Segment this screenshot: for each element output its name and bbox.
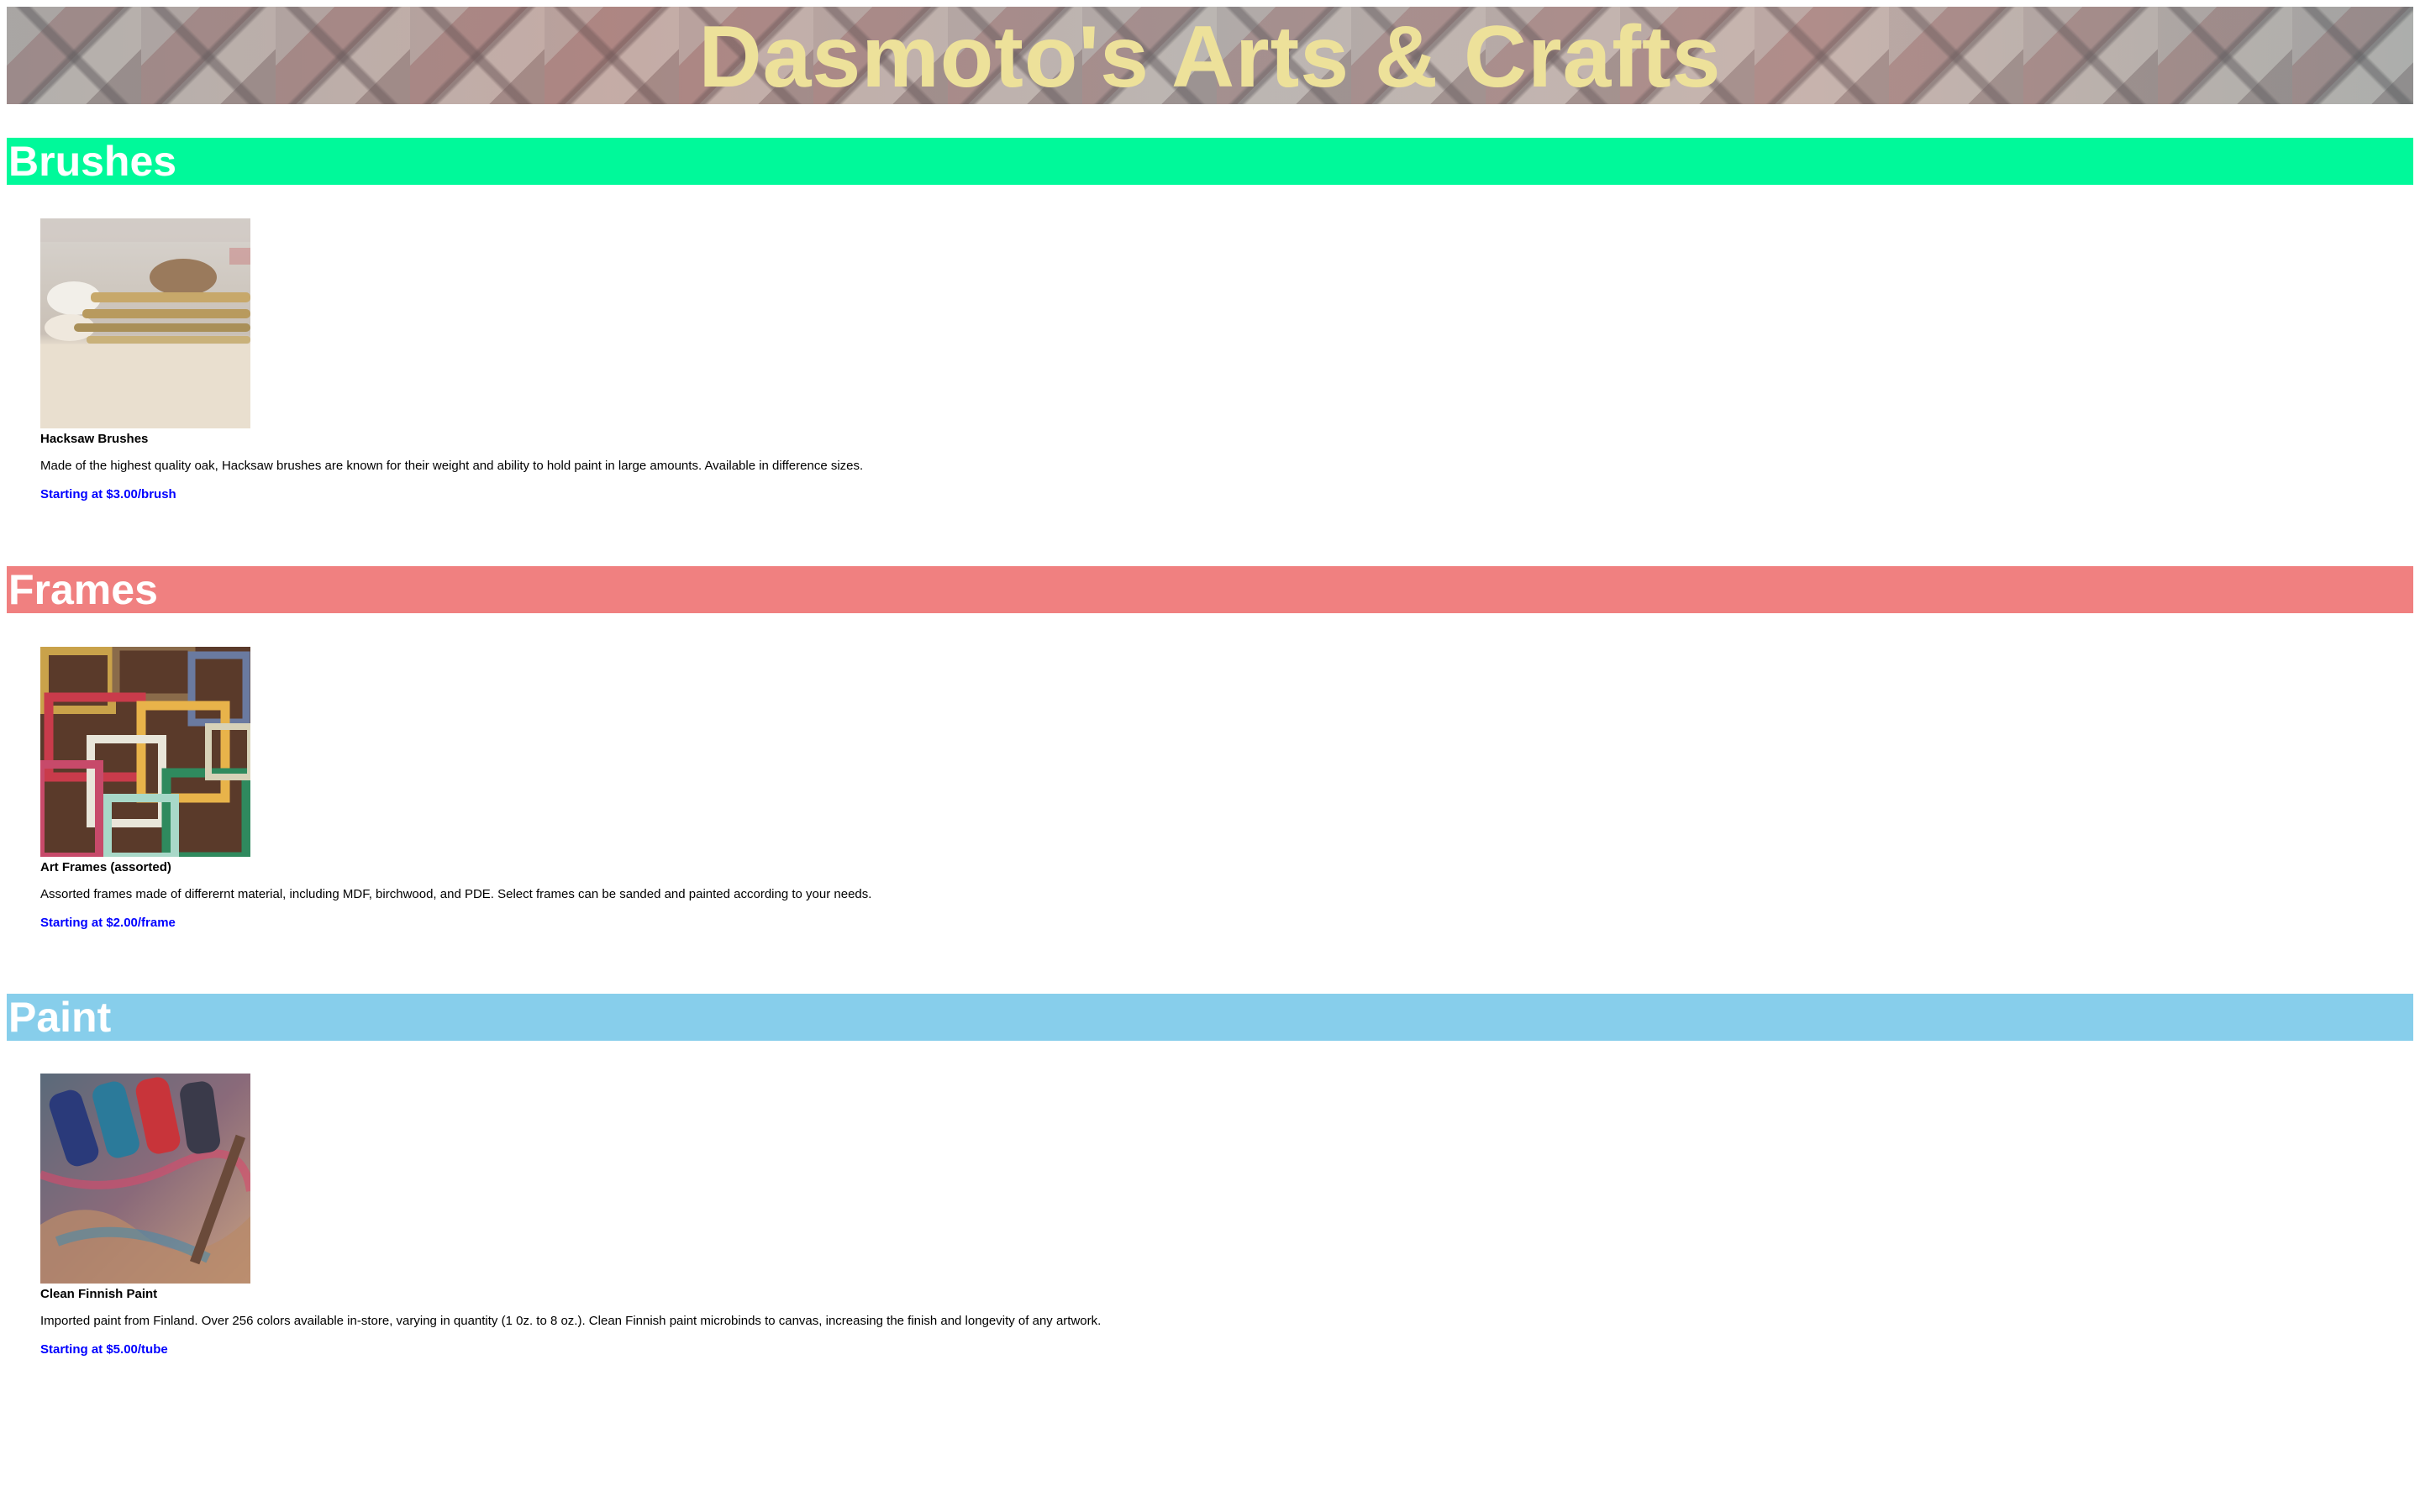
section-heading: Frames <box>8 566 158 613</box>
section-header-brushes: Brushes <box>7 138 2413 185</box>
page: Dasmoto's Arts & Crafts Brushes Hacksaw … <box>0 0 2420 1512</box>
product-image-frames <box>40 647 250 857</box>
product-name: Clean Finnish Paint <box>40 1287 158 1301</box>
product-name: Art Frames (assorted) <box>40 860 171 874</box>
product-image-brushes <box>40 218 250 428</box>
product-card: Hacksaw Brushes Made of the highest qual… <box>40 218 2309 502</box>
product-price: Starting at $5.00/tube <box>40 1342 168 1357</box>
product-image-paint <box>40 1074 250 1284</box>
section-heading: Brushes <box>8 138 177 185</box>
product-card: Art Frames (assorted) Assorted frames ma… <box>40 647 2309 931</box>
section-header-paint: Paint <box>7 994 2413 1041</box>
product-description: Imported paint from Finland. Over 256 co… <box>40 1314 1102 1328</box>
product-card: Clean Finnish Paint Imported paint from … <box>40 1074 2309 1357</box>
product-price: Starting at $3.00/brush <box>40 487 176 501</box>
page-title: Dasmoto's Arts & Crafts <box>698 8 1722 104</box>
product-description: Assorted frames made of differernt mater… <box>40 887 872 901</box>
product-name: Hacksaw Brushes <box>40 432 149 446</box>
product-description: Made of the highest quality oak, Hacksaw… <box>40 459 864 473</box>
header-banner: Dasmoto's Arts & Crafts <box>7 7 2413 104</box>
product-price: Starting at $2.00/frame <box>40 916 176 930</box>
section-heading: Paint <box>8 994 112 1041</box>
section-header-frames: Frames <box>7 566 2413 613</box>
